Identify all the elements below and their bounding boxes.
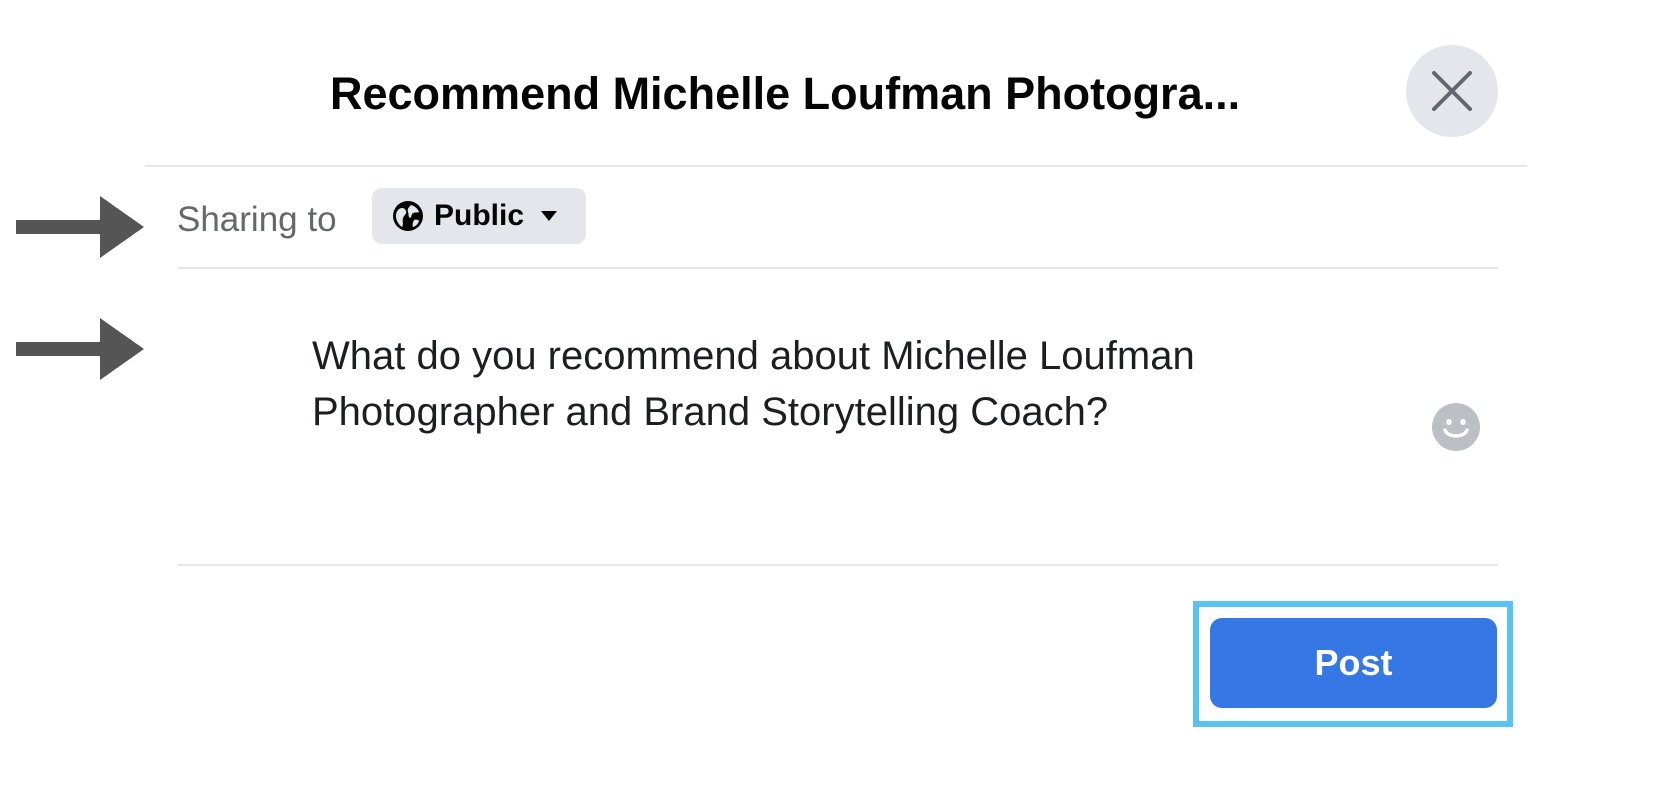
close-button[interactable] — [1406, 45, 1498, 137]
smiley-icon[interactable] — [1432, 403, 1480, 451]
close-icon — [1432, 71, 1472, 111]
post-button[interactable]: Post — [1210, 618, 1497, 708]
composer-divider — [178, 564, 1498, 566]
sharing-divider — [178, 267, 1498, 269]
audience-selector-button[interactable]: Public — [372, 188, 586, 244]
arrow-right-icon — [16, 196, 144, 258]
header-divider — [145, 165, 1527, 167]
dialog-title: Recommend Michelle Loufman Photogra... — [330, 68, 1241, 119]
audience-label: Public — [434, 199, 525, 232]
arrow-right-icon — [16, 318, 144, 380]
caret-down-icon — [541, 211, 558, 221]
globe-icon — [393, 201, 423, 231]
recommendation-text-input[interactable]: What do you recommend about Michelle Lou… — [312, 328, 1392, 440]
sharing-to-label: Sharing to — [177, 200, 337, 239]
